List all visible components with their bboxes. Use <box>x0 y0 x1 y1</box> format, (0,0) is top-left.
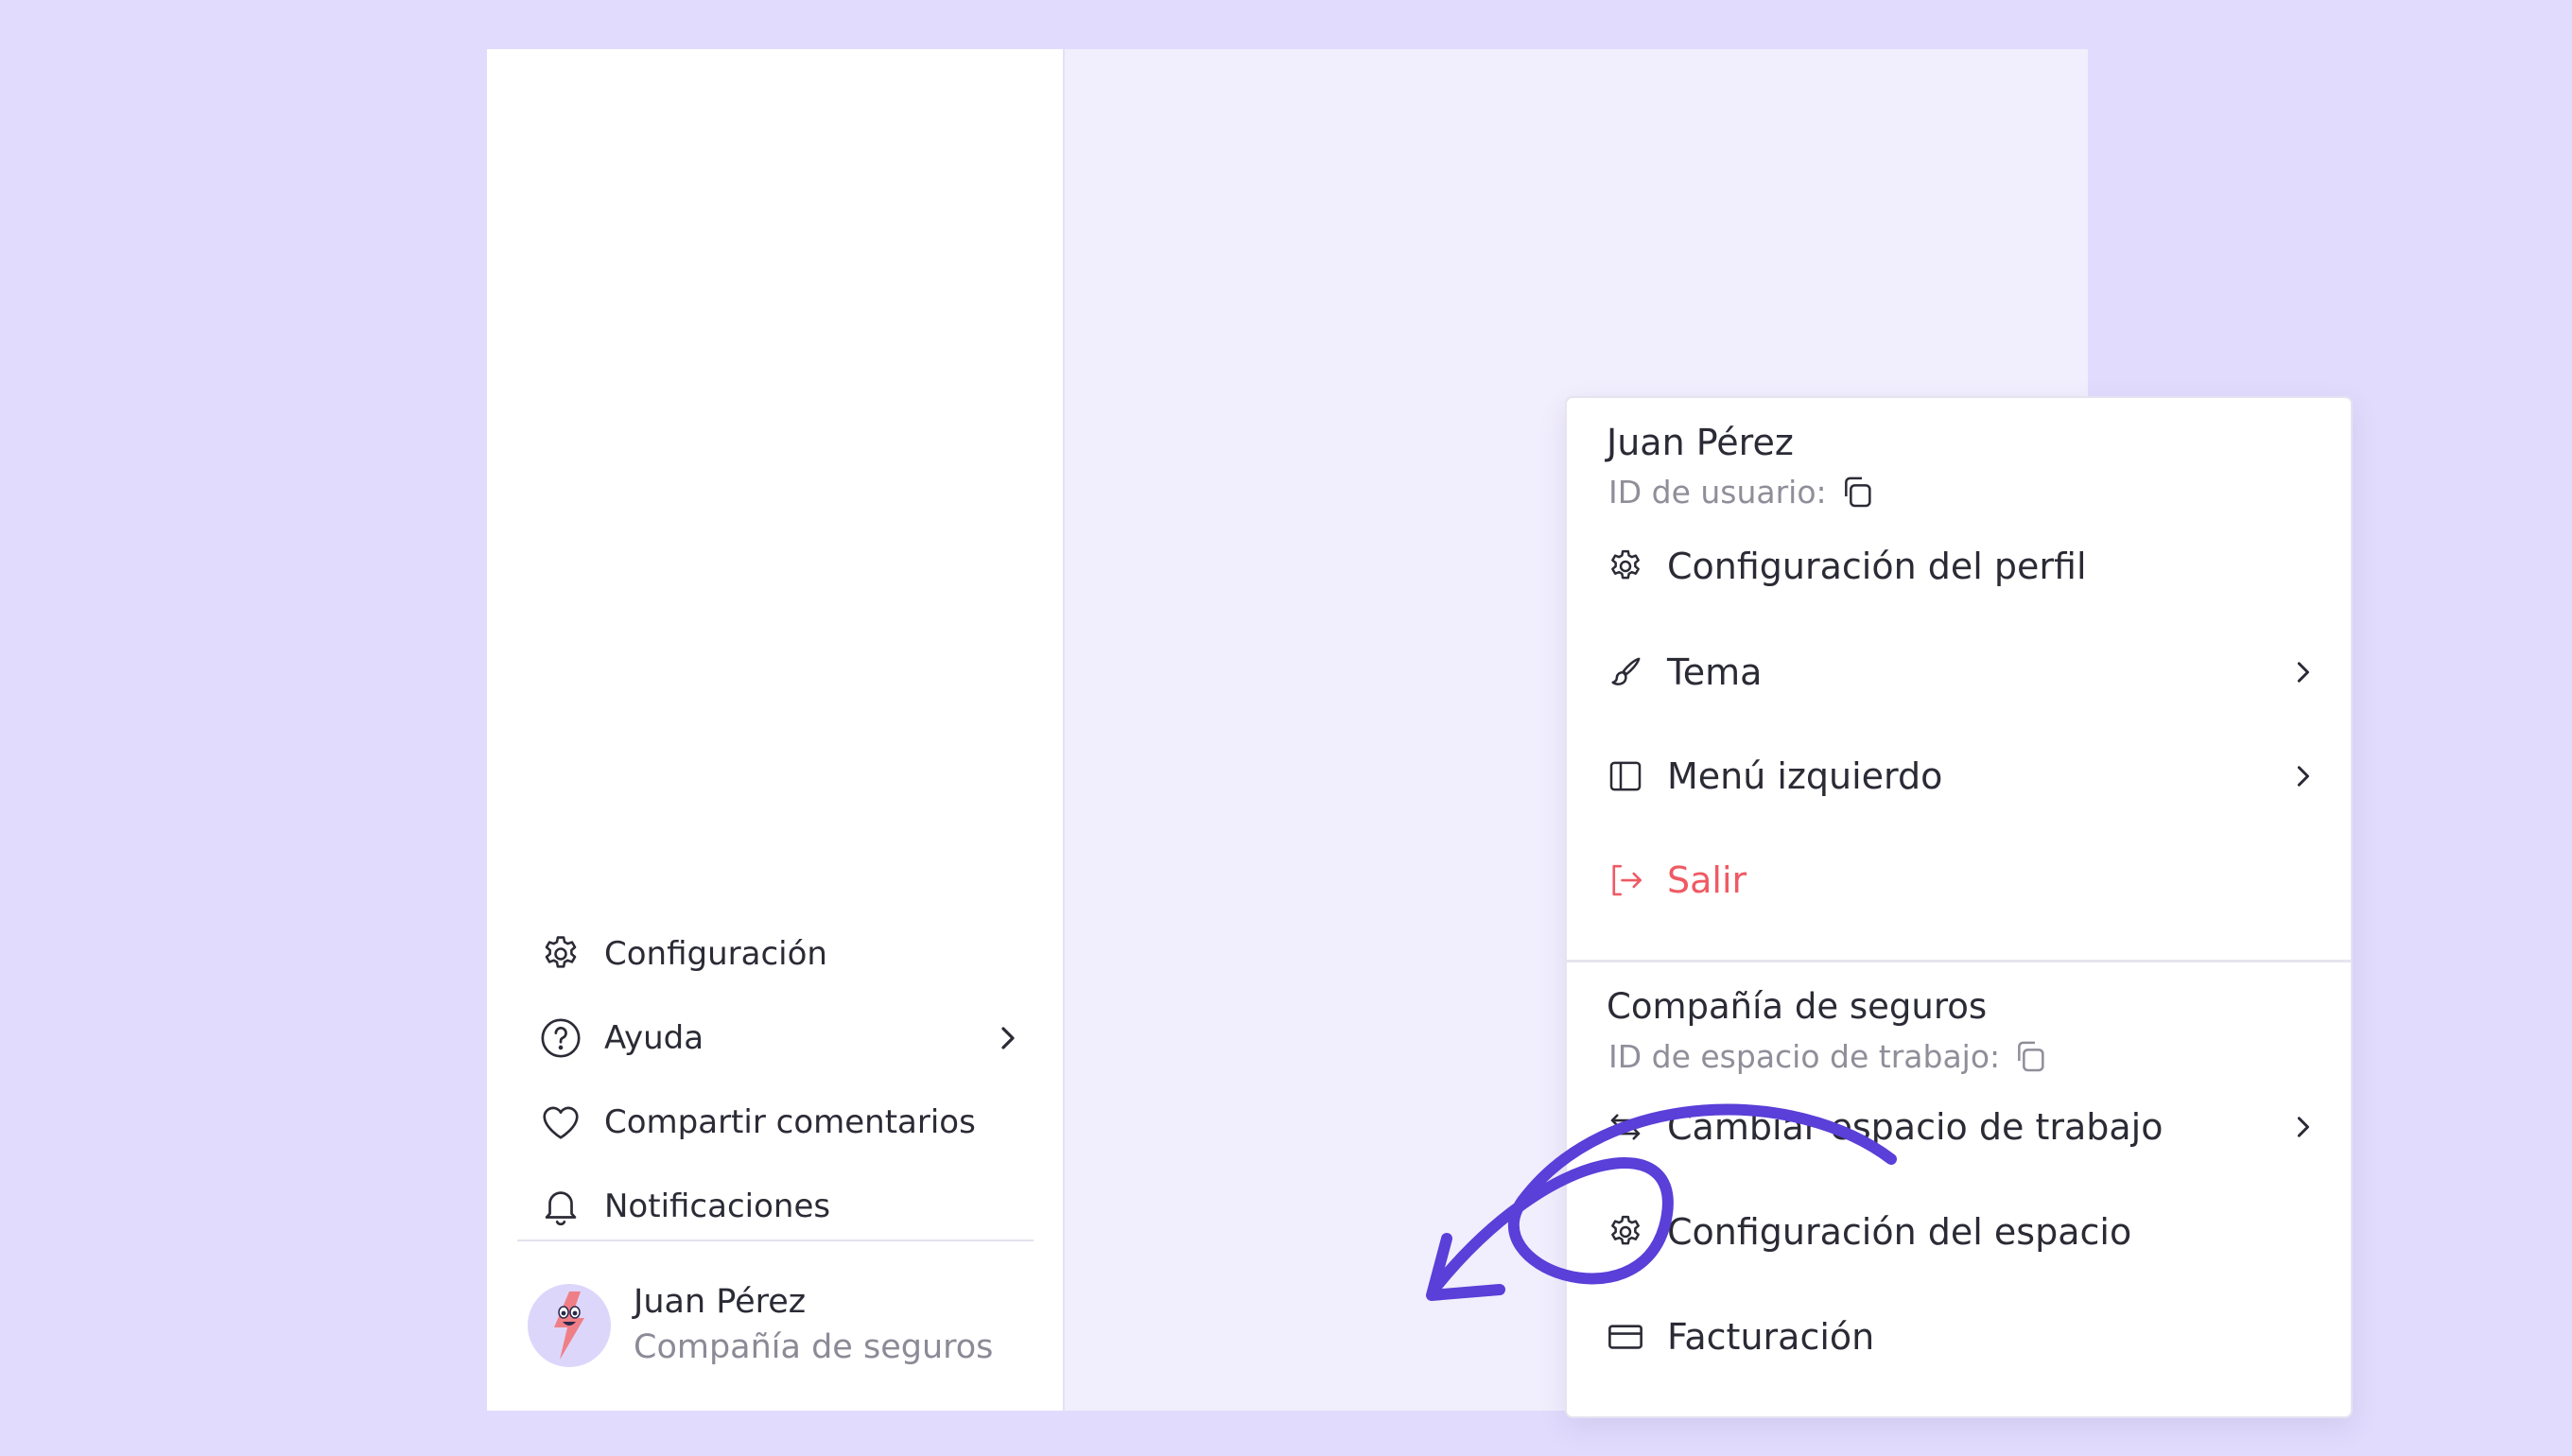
sidebar-item-compartir-comentarios[interactable]: Compartir comentarios <box>538 1089 1030 1155</box>
menu-workspace-id: ID de espacio de trabajo: <box>1608 1037 2049 1075</box>
sidebar-item-label: Ayuda <box>604 1019 704 1057</box>
avatar[interactable] <box>528 1284 611 1367</box>
menu-item-label: Menú izquierdo <box>1667 755 1943 797</box>
menu-item-label: Salir <box>1667 859 1747 901</box>
menu-item-facturacion[interactable]: Facturación <box>1605 1299 2323 1375</box>
menu-workspace-name: Compañía de seguros <box>1607 986 1988 1027</box>
chevron-right-icon <box>984 1015 1030 1061</box>
gear-icon <box>1605 1211 1646 1253</box>
sidebar-user-name: Juan Pérez <box>634 1283 807 1321</box>
user-id-label: ID de usuario: <box>1608 473 1827 511</box>
menu-item-label: Configuración del perfil <box>1667 546 2087 587</box>
workspace-id-label: ID de espacio de trabajo: <box>1608 1037 2001 1075</box>
gear-icon <box>538 931 583 977</box>
sidebar: Configuración Ayuda Compartir comentario… <box>487 49 1065 1411</box>
menu-divider <box>1567 960 2351 962</box>
logout-icon <box>1605 859 1646 901</box>
copy-icon[interactable] <box>1838 473 1876 511</box>
menu-item-configuracion-perfil[interactable]: Configuración del perfil <box>1605 529 2323 604</box>
credit-card-icon <box>1605 1316 1646 1358</box>
help-circle-icon <box>538 1015 583 1061</box>
chevron-right-icon <box>2282 651 2323 693</box>
menu-user-id: ID de usuario: <box>1608 473 1876 511</box>
sidebar-layout-icon <box>1605 755 1646 797</box>
sidebar-item-label: Configuración <box>604 935 827 973</box>
sidebar-item-ayuda[interactable]: Ayuda <box>538 1005 1030 1071</box>
sidebar-item-notificaciones[interactable]: Notificaciones <box>538 1173 1030 1239</box>
sidebar-item-configuracion[interactable]: Configuración <box>538 921 1030 987</box>
menu-item-label: Facturación <box>1667 1316 1875 1358</box>
menu-item-label: Configuración del espacio <box>1667 1211 2132 1253</box>
menu-profile-name: Juan Pérez <box>1607 422 1794 463</box>
menu-item-tema[interactable]: Tema <box>1605 634 2323 710</box>
copy-icon[interactable] <box>2011 1037 2049 1075</box>
sidebar-item-label: Compartir comentarios <box>604 1103 976 1141</box>
bell-icon <box>538 1184 583 1229</box>
chevron-right-icon <box>2282 755 2323 797</box>
menu-item-salir[interactable]: Salir <box>1605 842 2323 918</box>
menu-item-cambiar-espacio[interactable]: Cambiar espacio de trabajo <box>1605 1089 2323 1165</box>
app-window: Configuración Ayuda Compartir comentario… <box>487 49 2353 1418</box>
menu-item-menu-izquierdo[interactable]: Menú izquierdo <box>1605 738 2323 814</box>
heart-icon <box>538 1100 583 1145</box>
sidebar-divider <box>517 1239 1034 1241</box>
gear-icon <box>1605 546 1646 587</box>
account-dropdown-menu: Juan Pérez ID de usuario: Configuración … <box>1565 396 2353 1418</box>
brush-icon <box>1605 651 1646 693</box>
menu-item-configuracion-espacio[interactable]: Configuración del espacio <box>1605 1194 2323 1270</box>
sidebar-item-label: Notificaciones <box>604 1187 831 1225</box>
menu-item-label: Tema <box>1667 651 1763 693</box>
switch-arrows-icon <box>1605 1106 1646 1148</box>
menu-item-label: Cambiar espacio de trabajo <box>1667 1106 2164 1148</box>
sidebar-user-company: Compañía de seguros <box>634 1328 994 1366</box>
chevron-right-icon <box>2282 1106 2323 1148</box>
